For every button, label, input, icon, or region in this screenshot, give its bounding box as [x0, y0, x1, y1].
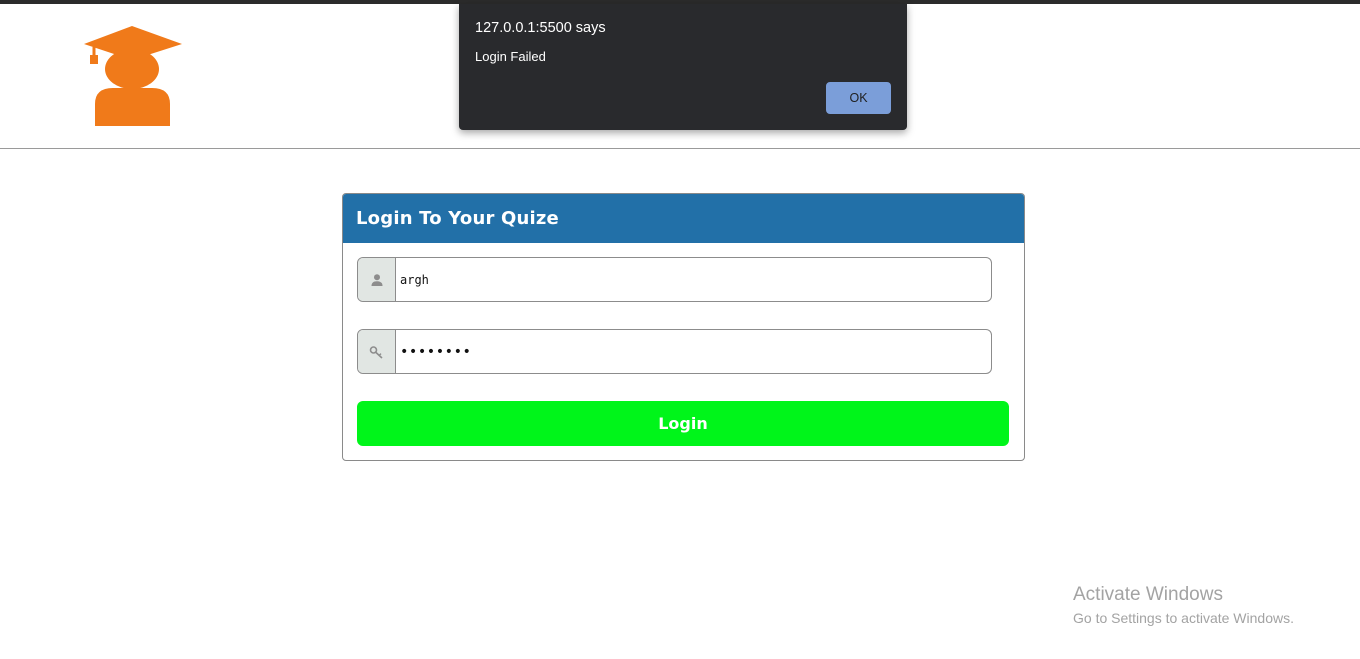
activate-windows-watermark: Activate Windows Go to Settings to activ… — [1073, 584, 1294, 628]
password-input[interactable] — [396, 330, 986, 373]
login-card-title: Login To Your Quize — [356, 208, 559, 229]
watermark-title: Activate Windows — [1073, 584, 1223, 605]
alert-title: 127.0.0.1:5500 says — [475, 20, 606, 36]
login-card-header: Login To Your Quize — [343, 194, 1024, 243]
header-divider — [0, 148, 1360, 149]
user-icon — [358, 258, 396, 301]
password-field — [357, 329, 992, 374]
username-input[interactable] — [396, 258, 986, 301]
graduate-logo-icon — [80, 24, 185, 128]
ok-button[interactable]: OK — [826, 82, 891, 114]
watermark-subtitle: Go to Settings to activate Windows. — [1073, 610, 1294, 626]
login-button[interactable]: Login — [357, 401, 1009, 446]
alert-message: Login Failed — [475, 49, 546, 64]
username-field — [357, 257, 992, 302]
key-icon — [358, 330, 396, 373]
alert-dialog: 127.0.0.1:5500 says Login Failed OK — [459, 4, 907, 130]
login-card: Login To Your Quize Login — [342, 193, 1025, 461]
